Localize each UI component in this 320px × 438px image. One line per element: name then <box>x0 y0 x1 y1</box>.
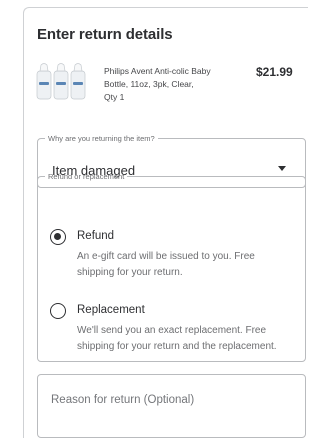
reason-for-return-textarea[interactable]: Reason for return (Optional) <box>37 374 306 438</box>
replacement-option-description: We'll send you an exact replacement. Fre… <box>77 325 277 352</box>
return-reason-legend: Why are you returning the item? <box>48 134 155 143</box>
replacement-radio[interactable] <box>50 303 66 319</box>
reason-textarea-placeholder: Reason for return (Optional) <box>51 394 195 406</box>
baby-bottles-image <box>36 63 86 100</box>
page-title: Enter return details <box>37 26 173 43</box>
replacement-option-label[interactable]: Replacement <box>77 304 145 316</box>
replacement-option[interactable]: Replacement We'll send you an exact repl… <box>50 303 290 363</box>
refund-group-legend: Refund or replacement <box>48 172 125 181</box>
product-name: Philips Avent Anti-colic Baby Bottle, 11… <box>104 66 211 89</box>
refund-option-description: An e-gift card will be issued to you. Fr… <box>77 251 255 278</box>
product-qty: Qty 1 <box>104 92 125 102</box>
product-price: $21.99 <box>256 65 293 79</box>
product-info: Philips Avent Anti-colic Baby Bottle, 11… <box>104 65 234 104</box>
refund-option-label[interactable]: Refund <box>77 230 114 242</box>
refund-radio[interactable] <box>50 229 66 245</box>
caret-down-icon[interactable] <box>278 166 286 171</box>
refund-or-replacement-group: Refund or replacement Refund An e-gift c… <box>37 172 306 362</box>
refund-option[interactable]: Refund An e-gift card will be issued to … <box>50 229 290 289</box>
